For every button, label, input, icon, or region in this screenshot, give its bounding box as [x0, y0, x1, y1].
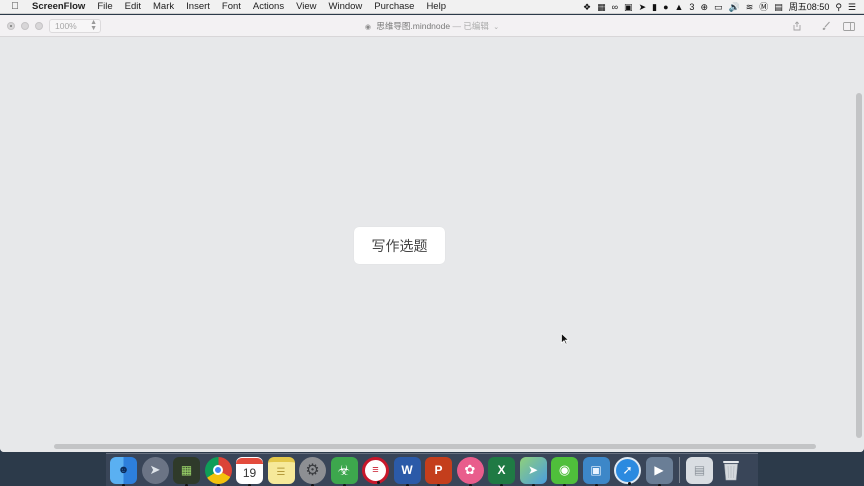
menu-view[interactable]: View: [290, 0, 322, 14]
menu-app-name[interactable]: ScreenFlow: [30, 0, 91, 14]
calendar-day: 19: [242, 466, 257, 480]
share-button[interactable]: [786, 19, 808, 33]
evernote-status-icon[interactable]: ●: [663, 0, 668, 14]
status-area: ❖ ▦ ∞ ▣ ➤ ▮ ● ▲ 3 ⊕ ▭ 🔊 ≋ Ⓜ ▤ 周五08:50 ⚲ …: [583, 0, 864, 14]
stepper-arrows-icon[interactable]: ▲ ▼: [90, 19, 97, 32]
chrome-icon[interactable]: [204, 456, 232, 486]
powerpoint-icon[interactable]: P: [425, 456, 452, 486]
maps-icon[interactable]: ➤: [519, 456, 547, 486]
horizontal-scrollbar[interactable]: [54, 444, 816, 449]
central-topic-node[interactable]: 写作选题: [354, 227, 445, 264]
crosshair-icon[interactable]: ⊕: [700, 0, 708, 14]
dock-separator: [679, 457, 680, 483]
calendar-icon[interactable]: 19: [236, 456, 263, 486]
menu-font[interactable]: Font: [216, 0, 247, 14]
finder-icon[interactable]: ☻: [110, 456, 137, 486]
sidebar-icon: [843, 21, 855, 31]
brain-app-icon[interactable]: ✿: [456, 456, 484, 486]
safari-icon[interactable]: ➚: [614, 456, 641, 485]
menu-window[interactable]: Window: [323, 0, 369, 14]
word-icon[interactable]: W: [393, 456, 421, 486]
vertical-scrollbar[interactable]: [856, 93, 862, 438]
menu-insert[interactable]: Insert: [180, 0, 216, 14]
menu-help[interactable]: Help: [420, 0, 452, 14]
document-status: — 已编辑: [452, 21, 489, 31]
link-icon[interactable]: ∞: [612, 0, 618, 14]
apple-menu-icon[interactable]: : [0, 0, 30, 14]
screen-mirror-icon[interactable]: ▤: [774, 0, 783, 14]
excel-icon[interactable]: X: [488, 456, 515, 486]
window-titlebar: 100% ▲ ▼ ◉ 思维导图.mindnode — 已编辑 ⌄: [0, 15, 864, 37]
bookmark-icon[interactable]: ▮: [652, 0, 657, 14]
mindnode-window: 100% ▲ ▼ ◉ 思维导图.mindnode — 已编辑 ⌄ 写作选题: [0, 15, 864, 452]
wechat-icon[interactable]: ◉: [551, 456, 578, 486]
menu-edit[interactable]: Edit: [119, 0, 147, 14]
notification-center-icon[interactable]: ☰: [848, 0, 856, 14]
mindmap-canvas[interactable]: 写作选题: [0, 38, 864, 452]
spotlight-search-icon[interactable]: ⚲: [835, 0, 842, 14]
mission-control-icon[interactable]: ▦: [173, 456, 200, 486]
document-icon: ◉: [364, 24, 372, 31]
chevron-down-icon[interactable]: ⌄: [493, 24, 499, 31]
evernote-icon[interactable]: ☣: [330, 456, 358, 486]
share-icon: [793, 21, 801, 31]
menu-bar:  ScreenFlow File Edit Mark Insert Font …: [0, 0, 864, 14]
trash-icon[interactable]: [718, 457, 745, 484]
preview-icon[interactable]: ▣: [582, 456, 610, 486]
zoom-level-value: 100%: [55, 21, 77, 31]
archive-icon[interactable]: ▣: [624, 0, 633, 14]
system-preferences-icon[interactable]: ⚙: [299, 456, 326, 486]
bank-icon[interactable]: ≡: [362, 456, 389, 484]
menu-mark[interactable]: Mark: [147, 0, 180, 14]
bluetooth-icon[interactable]: ❖: [583, 0, 591, 14]
document-name[interactable]: 思维导图.mindnode: [376, 21, 450, 31]
paper-plane-icon[interactable]: ➤: [639, 0, 647, 14]
screenflow-icon[interactable]: ▶: [645, 456, 673, 486]
sogou-icon[interactable]: Ⓜ: [759, 0, 768, 14]
notes-icon[interactable]: ☰: [267, 456, 295, 484]
menu-actions[interactable]: Actions: [247, 0, 290, 14]
menu-file[interactable]: File: [91, 0, 118, 14]
adobe-icon[interactable]: ▲: [675, 0, 684, 14]
clock[interactable]: 周五08:50: [789, 0, 830, 14]
dock: ☻ ➤ ▦ 19 ☰ ⚙ ☣ ≡ W P ✿ X ➤ ◉ ▣ ➚ ▶ ▤: [106, 453, 758, 486]
zoom-level-stepper[interactable]: 100% ▲ ▼: [49, 19, 101, 33]
mouse-cursor-icon: [561, 333, 569, 345]
grid-icon[interactable]: ▦: [597, 0, 606, 14]
close-window-icon[interactable]: [7, 21, 15, 30]
documents-stack-icon[interactable]: ▤: [686, 456, 713, 484]
minimize-window-icon[interactable]: [21, 21, 29, 30]
launchpad-icon[interactable]: ➤: [141, 456, 169, 484]
brush-icon: [822, 21, 830, 30]
wifi-icon[interactable]: ≋: [746, 0, 754, 14]
style-inspector-button[interactable]: [816, 19, 836, 33]
menu-purchase[interactable]: Purchase: [368, 0, 420, 14]
window-controls: [0, 21, 43, 30]
battery-icon[interactable]: ▭: [714, 0, 723, 14]
sidebar-toggle-button[interactable]: [840, 19, 858, 33]
zoom-window-icon[interactable]: [35, 21, 43, 30]
document-title: ◉ 思维导图.mindnode — 已编辑 ⌄: [0, 15, 864, 37]
status-count: 3: [689, 1, 695, 12]
volume-icon[interactable]: 🔊: [729, 0, 740, 14]
